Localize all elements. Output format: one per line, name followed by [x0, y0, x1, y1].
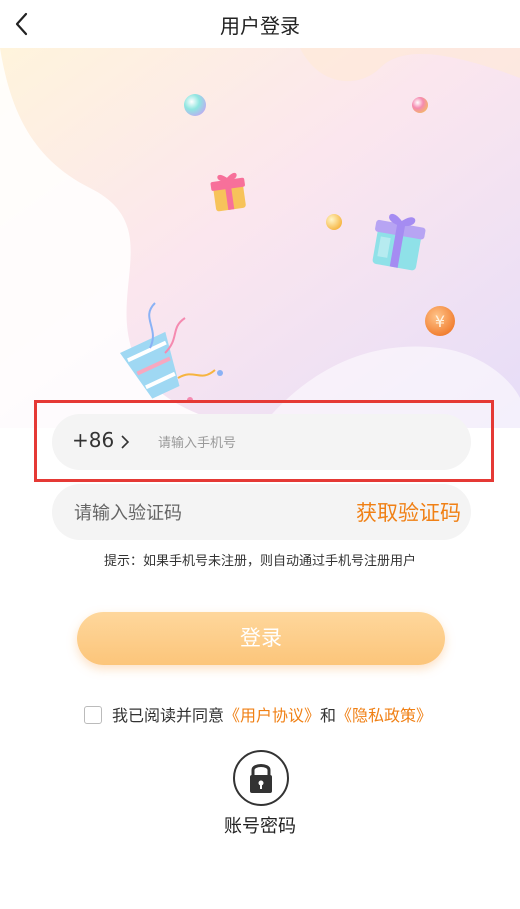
agreement-prefix: 我已阅读并同意 [112, 706, 225, 725]
verification-code-input[interactable] [72, 492, 326, 534]
phone-number-input[interactable] [156, 422, 450, 464]
phone-input-row: +86 [52, 414, 471, 470]
user-agreement-link[interactable]: 《用户协议》 [224, 706, 320, 725]
agreement-text: 我已阅读并同意《用户协议》和《隐私政策》 [112, 702, 432, 726]
hero-illustration: ¥ [0, 48, 520, 428]
verification-code-row: 获取验证码 [52, 484, 471, 540]
svg-text:¥: ¥ [435, 312, 445, 331]
get-code-button[interactable]: 获取验证码 [356, 497, 461, 527]
hint-text: 提示：如果手机号未注册，则自动通过手机号注册用户 [103, 554, 416, 569]
header-bar: 用户登录 [0, 0, 520, 48]
lock-icon [250, 764, 272, 793]
page-title: 用户登录 [220, 14, 300, 38]
password-login-button[interactable] [233, 750, 289, 806]
agreement-and: 和 [320, 706, 337, 725]
privacy-policy-link[interactable]: 《隐私政策》 [336, 706, 432, 725]
country-code-selector[interactable]: +86 [72, 428, 114, 452]
chevron-right-icon[interactable] [120, 434, 130, 450]
login-button[interactable]: 登录 [77, 612, 445, 665]
agreement-checkbox[interactable] [84, 706, 102, 724]
password-login-label[interactable]: 账号密码 [0, 812, 520, 838]
